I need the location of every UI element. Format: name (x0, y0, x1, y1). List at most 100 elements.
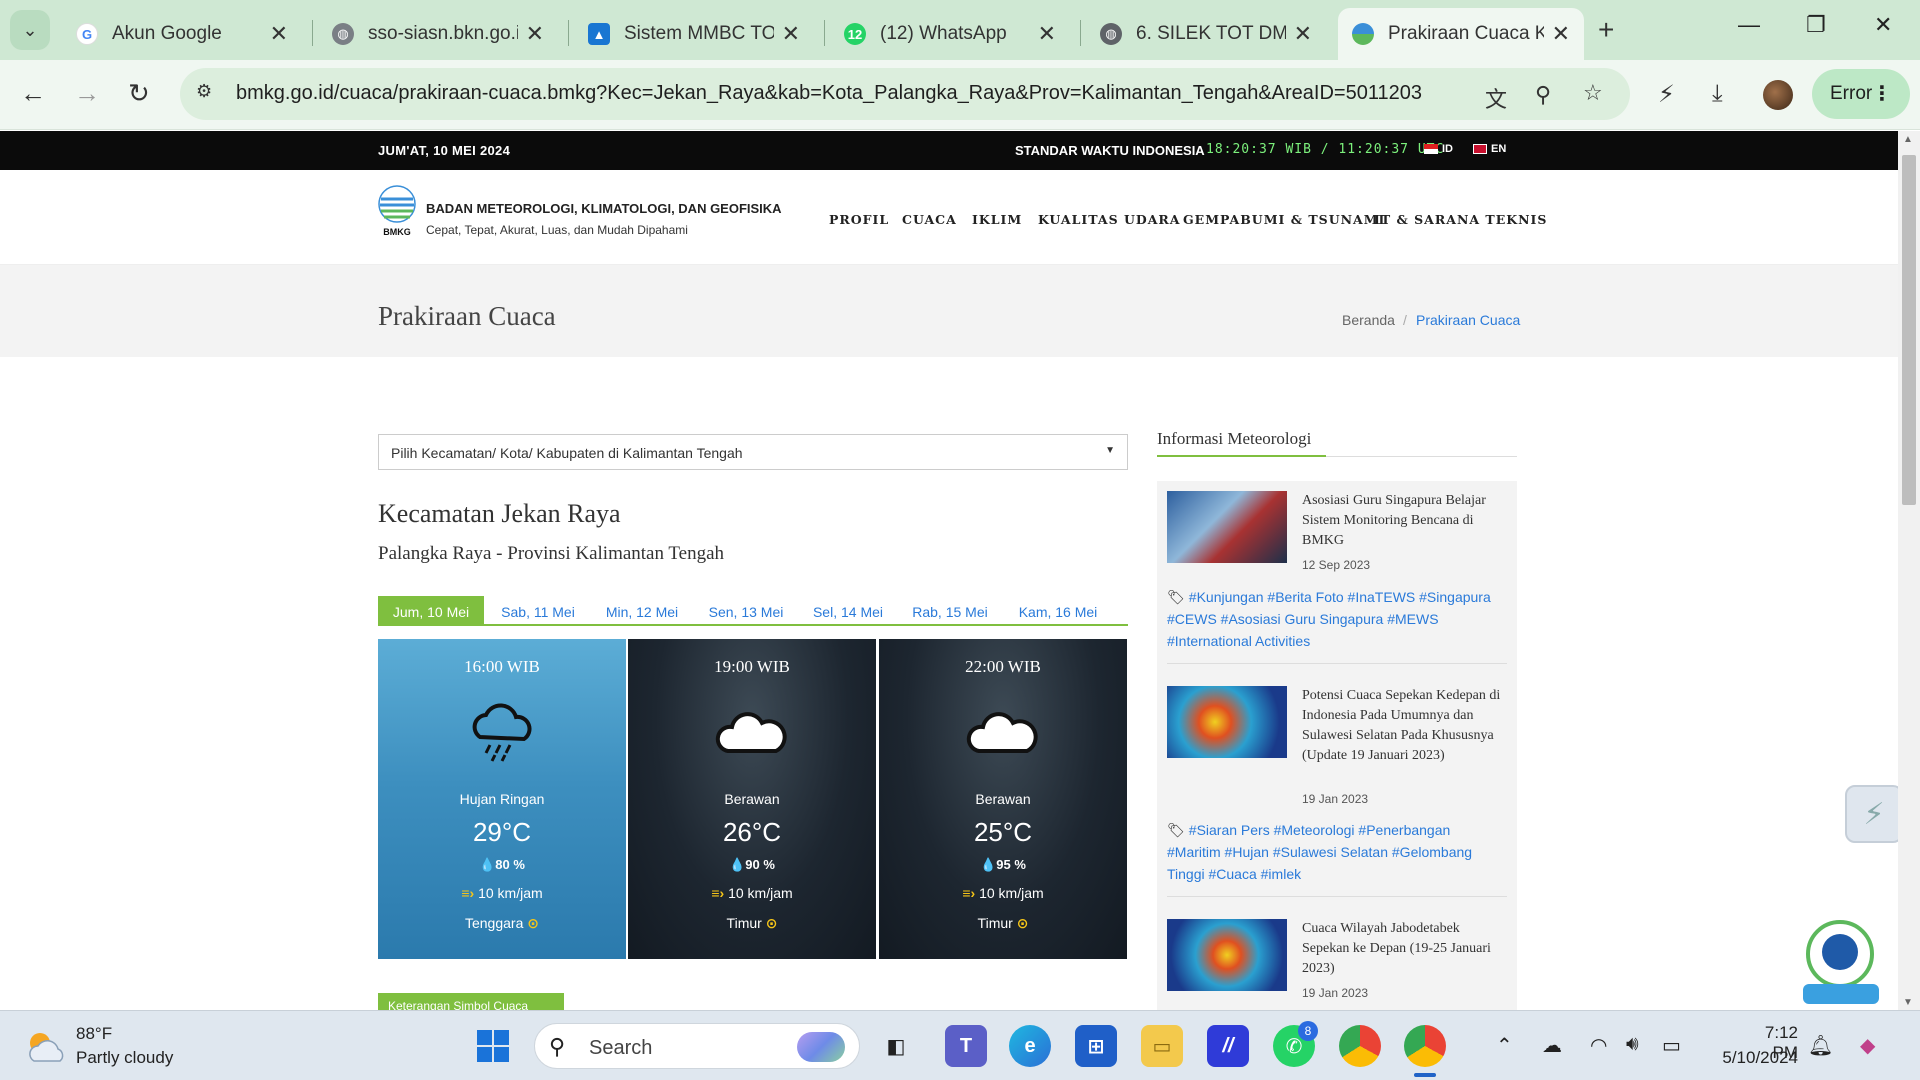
page-scrollbar[interactable]: ▲ ▼ (1898, 131, 1920, 1010)
tab-search-button[interactable]: ⌄ (10, 10, 50, 50)
nav-iklim[interactable]: IKLIM (972, 212, 1022, 227)
floating-action-button[interactable]: ⚡ (1845, 785, 1898, 843)
close-icon[interactable]: ✕ (782, 21, 800, 47)
wind-direction-label: Timur (726, 915, 762, 931)
tab-whatsapp[interactable]: 12 (12) WhatsApp ✕ (830, 8, 1070, 60)
chevron-up-icon[interactable]: ⌃ (1496, 1033, 1513, 1058)
scrollbar-thumb[interactable] (1902, 155, 1916, 505)
back-icon[interactable]: ← (20, 78, 46, 109)
forward-icon[interactable]: → (74, 78, 100, 109)
day-tab[interactable]: Rab, 15 Mei (898, 596, 1002, 626)
day-tab[interactable]: Min, 12 Mei (590, 596, 694, 626)
news-thumbnail[interactable] (1167, 686, 1287, 758)
bmkg-logo[interactable]: BMKG (378, 185, 416, 237)
error-button[interactable]: Error ⋮ (1812, 69, 1910, 119)
chrome-icon[interactable] (1339, 1025, 1381, 1067)
divider (1167, 663, 1507, 664)
lang-en-link[interactable]: EN (1473, 143, 1506, 155)
day-tab[interactable]: Kam, 16 Mei (1004, 596, 1112, 626)
tab-title: sso-siasn.bkn.go.id (368, 23, 518, 44)
app-icon[interactable]: // (1207, 1025, 1249, 1067)
day-tab[interactable]: Sab, 11 Mei (486, 596, 590, 626)
edge-icon[interactable]: e (1009, 1025, 1051, 1067)
tab-sistem-mmbc[interactable]: ▲ Sistem MMBC TOU ✕ (574, 8, 814, 60)
restore-icon[interactable]: ❐ (1806, 12, 1826, 38)
news-tags[interactable]: 🏷 #Kunjungan #Berita Foto #InaTEWS #Singa… (1167, 586, 1507, 652)
onedrive-icon[interactable]: ☁ (1542, 1033, 1562, 1058)
file-explorer-icon[interactable]: ▭ (1141, 1025, 1183, 1067)
notification-bell-icon[interactable]: 🔔︎ (1808, 1033, 1833, 1058)
close-icon[interactable]: ✕ (1294, 21, 1312, 47)
close-icon[interactable]: ✕ (526, 21, 544, 47)
more-menu-icon[interactable]: ⋮ (1872, 81, 1892, 106)
news-tags-text[interactable]: #Siaran Pers #Meteorologi #Penerbangan #… (1167, 822, 1472, 882)
news-tags-text[interactable]: #Kunjungan #Berita Foto #InaTEWS #Singap… (1167, 589, 1491, 649)
nav-cuaca[interactable]: CUACA (902, 212, 957, 227)
reload-icon[interactable]: ↻ (128, 78, 150, 109)
tab-silek-tot[interactable]: ◍ 6. SILEK TOT DMB ✕ (1086, 8, 1326, 60)
breadcrumb-home[interactable]: Beranda (1342, 312, 1395, 328)
address-bar[interactable]: ⚙ bmkg.go.id/cuaca/prakiraan-cuaca.bmkg?… (180, 68, 1630, 120)
wifi-icon[interactable]: ◠ (1590, 1033, 1607, 1058)
start-button[interactable] (472, 1025, 514, 1067)
tab-akun-google[interactable]: G Akun Google ✕ (62, 8, 302, 60)
day-tab[interactable]: Sen, 13 Mei (694, 596, 798, 626)
tab-title: Prakiraan Cuaca Ke (1388, 23, 1544, 44)
news-tags[interactable]: 🏷 #Siaran Pers #Meteorologi #Penerbangan … (1167, 819, 1507, 885)
task-view-icon[interactable]: ◧ (875, 1025, 917, 1067)
close-icon[interactable]: ✕ (270, 21, 288, 47)
weather-symbol-legend-button[interactable]: Keterangan Simbol Cuaca (378, 993, 564, 1010)
weather-desc[interactable]: Partly cloudy (76, 1048, 173, 1068)
chrome-active-icon[interactable] (1404, 1025, 1446, 1067)
lang-id-link[interactable]: ID (1424, 143, 1453, 155)
news-thumbnail[interactable] (1167, 491, 1287, 563)
nav-it-sarana-teknis[interactable]: IT & SARANA TEKNIS (1374, 212, 1547, 227)
news-thumbnail[interactable] (1167, 919, 1287, 991)
news-title[interactable]: Asosiasi Guru Singapura Belajar Sistem M… (1302, 491, 1507, 551)
nav-profil[interactable]: PROFIL (829, 212, 889, 227)
news-title[interactable]: Cuaca Wilayah Jabodetabek Sepekan ke Dep… (1302, 919, 1507, 979)
store-icon[interactable]: ⊞ (1075, 1025, 1117, 1067)
weather-temp[interactable]: 88°F (76, 1024, 112, 1044)
translate-icon[interactable]: 文 (1485, 82, 1507, 114)
copilot-icon[interactable]: ◆ (1860, 1033, 1875, 1058)
download-icon[interactable]: ⤓ (1712, 80, 1723, 108)
page-viewport: JUM'AT, 10 MEI 2024 STANDAR WAKTU INDONE… (0, 131, 1898, 1010)
kecamatan-select[interactable]: Pilih Kecamatan/ Kota/ Kabupaten di Kali… (378, 434, 1128, 470)
forecast-card[interactable]: 19:00 WIB Berawan 26°C 💧90 % ≡› 10 km/ja… (628, 639, 876, 959)
new-tab-icon[interactable]: + (1598, 14, 1614, 46)
clock-date[interactable]: 5/10/2024 (1712, 1048, 1798, 1068)
forecast-card[interactable]: 22:00 WIB Berawan 25°C 💧95 % ≡› 10 km/ja… (879, 639, 1127, 959)
day-tab[interactable]: Jum, 10 Mei (378, 596, 484, 626)
page-title: Prakiraan Cuaca (378, 301, 556, 331)
battery-icon[interactable]: ▭ (1662, 1033, 1681, 1058)
tab-sso-siasn[interactable]: ◍ sso-siasn.bkn.go.id ✕ (318, 8, 558, 60)
close-icon[interactable]: ✕ (1038, 21, 1056, 47)
url-text[interactable]: bmkg.go.id/cuaca/prakiraan-cuaca.bmkg?Ke… (236, 82, 1422, 105)
volume-icon[interactable]: 🔊︎ (1626, 1033, 1639, 1056)
lightning-icon: ⚡ (1863, 797, 1885, 831)
zoom-icon[interactable]: ⚲ (1535, 82, 1551, 108)
tab-title: 6. SILEK TOT DMB (1136, 23, 1286, 44)
profile-avatar[interactable] (1763, 80, 1793, 110)
day-tab[interactable]: Sel, 14 Mei (798, 596, 898, 626)
teams-icon[interactable]: T (945, 1025, 987, 1067)
close-icon[interactable]: ✕ (1552, 21, 1570, 47)
partly-cloudy-icon[interactable] (24, 1027, 68, 1067)
bookmark-star-icon[interactable]: ☆ (1583, 80, 1603, 106)
browser-tab-strip: ⌄ G Akun Google ✕ ◍ sso-siasn.bkn.go.id … (0, 0, 1920, 60)
live-chat-widget[interactable] (1797, 918, 1883, 1006)
scroll-up-icon[interactable]: ▲ (1903, 134, 1913, 145)
forecast-card[interactable]: 16:00 WIB Hujan Ringan 29°C 💧80 % ≡› 10 … (378, 639, 626, 959)
window-close-icon[interactable]: ✕ (1874, 12, 1892, 38)
news-title[interactable]: Potensi Cuaca Sepekan Kedepan di Indones… (1302, 686, 1507, 766)
nav-kualitas-udara[interactable]: KUALITAS UDARA (1038, 212, 1181, 227)
taskbar-search[interactable]: ⚲ Search (534, 1023, 860, 1069)
nav-gempabumi-tsunami[interactable]: GEMPABUMI & TSUNAMI (1183, 212, 1385, 227)
minimize-icon[interactable]: — (1738, 12, 1760, 38)
scroll-down-icon[interactable]: ▼ (1903, 997, 1913, 1008)
tab-prakiraan-cuaca[interactable]: Prakiraan Cuaca Ke ✕ (1338, 8, 1584, 60)
performance-icon[interactable]: ⚡ (1658, 80, 1675, 109)
site-info-icon[interactable]: ⚙ (196, 81, 222, 107)
uk-flag-icon (1473, 144, 1487, 154)
